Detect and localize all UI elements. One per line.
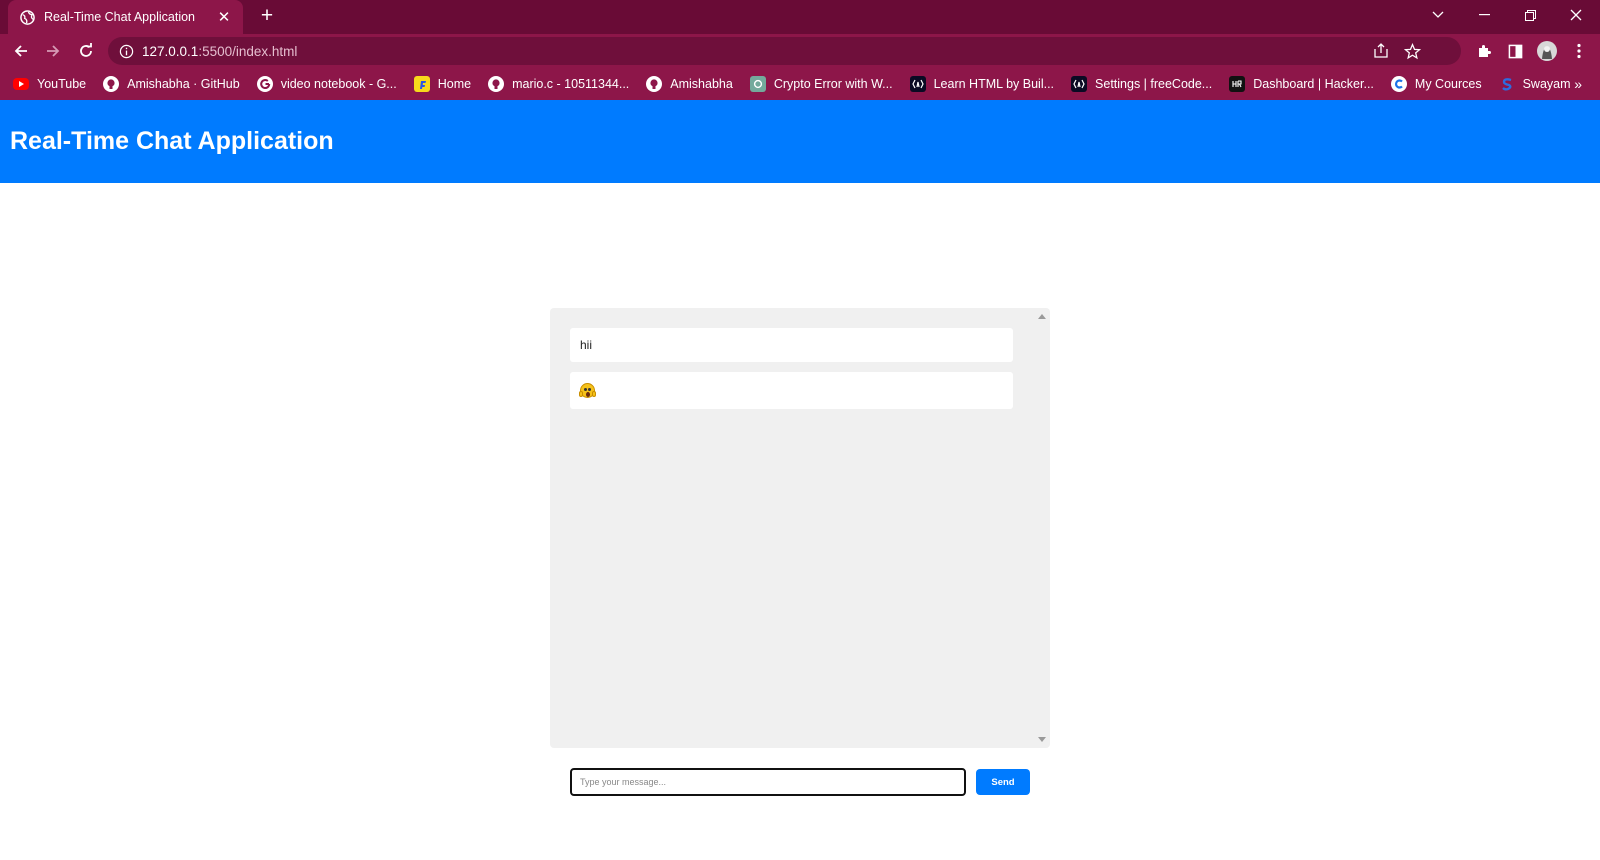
github-icon <box>646 76 663 92</box>
github-icon <box>488 76 505 92</box>
face-screaming-in-fear-emoji <box>579 383 596 398</box>
bookmark-mario[interactable]: mario.c - 10511344... <box>488 76 629 92</box>
chevron-down-icon[interactable] <box>1416 0 1460 30</box>
window-close-icon[interactable] <box>1554 0 1598 30</box>
scroll-up-arrow-icon[interactable] <box>1038 314 1046 319</box>
bookmark-youtube[interactable]: YouTube <box>13 77 86 91</box>
url-path: :5500/index.html <box>198 43 298 59</box>
reload-icon[interactable] <box>73 38 99 64</box>
browser-tabstrip: Real-Time Chat Application ✕ + <box>0 0 1600 34</box>
globe-icon <box>20 9 35 25</box>
bookmark-dashboard-hackerrank[interactable]: Dashboard | Hacker... <box>1229 76 1374 92</box>
forward-icon[interactable] <box>40 38 66 64</box>
scroll-down-arrow-icon[interactable] <box>1038 737 1046 742</box>
profile-avatar[interactable] <box>1534 39 1560 63</box>
flipkart-icon <box>413 76 430 92</box>
github-icon <box>103 76 120 92</box>
freecodecamp-icon <box>1071 76 1088 92</box>
coursera-icon <box>1390 76 1407 92</box>
freecodecamp-icon <box>909 76 926 92</box>
youtube-icon <box>13 78 29 90</box>
site-info-icon[interactable] <box>118 43 134 59</box>
new-tab-button[interactable]: + <box>255 5 279 29</box>
tab-close-icon[interactable]: ✕ <box>215 8 233 26</box>
tab-title: Real-Time Chat Application <box>44 10 195 24</box>
chat-message <box>570 372 1013 409</box>
openai-icon <box>749 76 766 92</box>
google-icon <box>256 76 273 92</box>
browser-menu-icon[interactable] <box>1566 39 1592 63</box>
bookmark-star-icon[interactable] <box>1401 40 1423 62</box>
bookmark-swayam[interactable]: Swayam <box>1499 76 1571 92</box>
extensions-icon[interactable] <box>1471 39 1497 63</box>
bookmark-amishabha-github[interactable]: Amishabha · GitHub <box>103 76 240 92</box>
back-icon[interactable] <box>8 38 34 64</box>
bookmark-video-notebook[interactable]: video notebook - G... <box>256 76 397 92</box>
hackerrank-icon <box>1229 76 1246 92</box>
message-input[interactable] <box>570 768 966 796</box>
restore-icon[interactable] <box>1508 0 1552 30</box>
url-host: 127.0.0.1 <box>142 43 199 59</box>
address-bar[interactable]: 127.0.0.1:5500/index.html <box>108 37 1461 65</box>
send-button[interactable]: Send <box>976 769 1030 795</box>
bookmark-my-cources[interactable]: My Cources <box>1390 76 1482 92</box>
bookmarks-overflow-icon[interactable]: » <box>1574 76 1582 92</box>
bookmarks-bar: YouTube Amishabha · GitHub video noteboo… <box>0 68 1600 100</box>
app-header: Real-Time Chat Application <box>0 100 1600 183</box>
share-icon[interactable] <box>1370 40 1392 62</box>
swayam-icon <box>1499 76 1515 92</box>
bookmark-crypto-error[interactable]: Crypto Error with W... <box>749 76 893 92</box>
browser-toolbar: 127.0.0.1:5500/index.html <box>0 34 1600 68</box>
browser-tab[interactable]: Real-Time Chat Application ✕ <box>8 0 243 34</box>
bookmark-settings-freecodecamp[interactable]: Settings | freeCode... <box>1071 76 1212 92</box>
page-title: Real-Time Chat Application <box>10 127 334 155</box>
chat-messages-panel[interactable]: hii <box>550 308 1050 748</box>
minimize-icon[interactable] <box>1462 0 1506 30</box>
bookmark-amishabha[interactable]: Amishabha <box>646 76 733 92</box>
message-text: hii <box>580 338 593 352</box>
chat-message: hii <box>570 328 1013 362</box>
bookmark-home[interactable]: Home <box>413 76 471 92</box>
bookmark-learn-html[interactable]: Learn HTML by Buil... <box>909 76 1054 92</box>
side-panel-icon[interactable] <box>1502 39 1528 63</box>
